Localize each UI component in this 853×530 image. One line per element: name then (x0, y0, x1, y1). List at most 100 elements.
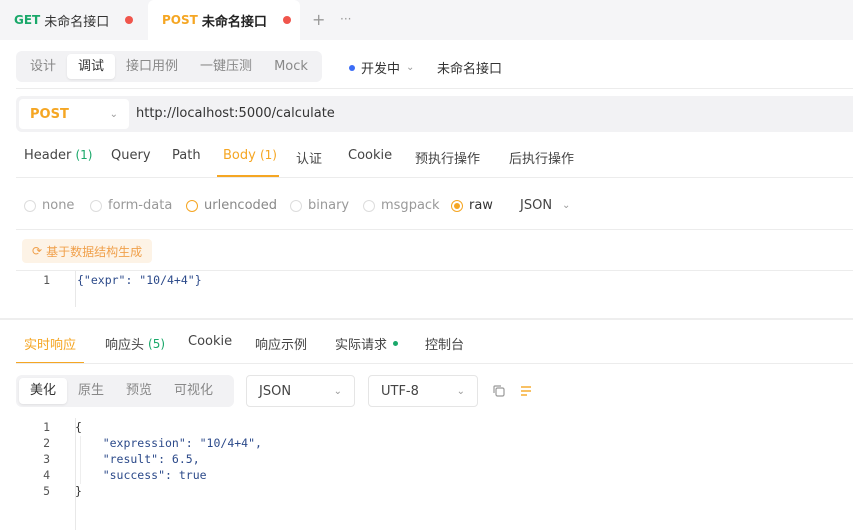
view-preview[interactable]: 预览 (115, 378, 163, 404)
line-number: 5 (43, 484, 50, 498)
copy-icon[interactable] (491, 383, 507, 399)
radio-urlencoded[interactable]: urlencoded (186, 198, 277, 213)
divider (16, 229, 853, 230)
encoding-select[interactable]: UTF-8 ⌄ (368, 375, 478, 407)
tab-label: 控制台 (425, 338, 465, 353)
button-label: 基于数据结构生成 (46, 244, 143, 259)
radio-binary[interactable]: binary (290, 198, 349, 213)
format-value: JSON (259, 383, 292, 399)
chevron-down-icon: ⌄ (333, 385, 342, 397)
radio-label: msgpack (381, 198, 440, 213)
line-number: 1 (43, 273, 50, 287)
view-pretty[interactable]: 美化 (19, 378, 68, 404)
code-line: { (75, 420, 82, 434)
status-label: 开发中 (361, 62, 401, 77)
radio-label: none (42, 198, 75, 213)
tab-title: 未命名接口 (201, 14, 267, 30)
radio-form-data[interactable]: form-data (90, 198, 172, 213)
tab-count: (1) (75, 148, 93, 162)
api-name[interactable]: 未命名接口 (437, 58, 502, 77)
line-number: 1 (43, 420, 50, 434)
generate-from-schema-button[interactable]: ⟳ 基于数据结构生成 (22, 239, 153, 263)
body-format-select[interactable]: JSON ⌄ (520, 198, 570, 213)
response-format-select[interactable]: JSON ⌄ (246, 375, 355, 407)
radio-none[interactable]: none (24, 198, 74, 213)
radio-circle-icon (24, 199, 36, 212)
radio-raw[interactable]: raw (451, 198, 493, 213)
radio-label: form-data (108, 198, 173, 213)
tab-label: 实时响应 (24, 338, 77, 353)
tab-response-headers[interactable]: 响应头 (5) (105, 334, 166, 354)
mode-mock[interactable]: Mock (263, 54, 319, 79)
tab-label: 认证 (296, 152, 323, 167)
radio-label: binary (308, 198, 350, 213)
tab-get-unnamed[interactable]: GET 未命名接口 (14, 0, 134, 40)
format-lines-icon[interactable] (518, 383, 534, 399)
radio-circle-icon (186, 199, 198, 212)
code-line: "result": 6.5, (75, 452, 200, 466)
mode-switcher: 设计 调试 接口用例 一键压测 Mock (16, 51, 322, 82)
tab-count: (5) (148, 336, 166, 351)
url-input[interactable]: http://localhost:5000/calculate (136, 106, 335, 121)
more-icon[interactable]: ··· (340, 12, 351, 26)
mode-design[interactable]: 设计 (19, 54, 67, 79)
line-number: 3 (43, 452, 50, 466)
method-select[interactable]: POST ⌄ (19, 99, 129, 129)
tab-response-cookie[interactable]: Cookie (188, 334, 232, 349)
tab-actual-request[interactable]: 实际请求 (335, 334, 399, 353)
tab-label: Path (172, 148, 201, 163)
radio-circle-icon (451, 199, 463, 212)
view-visualize[interactable]: 可视化 (163, 378, 224, 404)
tab-method: POST (162, 13, 198, 27)
view-mode-switcher: 美化 原生 预览 可视化 (16, 375, 234, 407)
editor-gutter (75, 271, 76, 307)
chevron-down-icon: ⌄ (456, 385, 465, 397)
tab-console[interactable]: 控制台 (425, 334, 464, 353)
divider (16, 88, 853, 89)
view-raw[interactable]: 原生 (67, 378, 115, 404)
tab-realtime-response[interactable]: 实时响应 (24, 334, 76, 353)
radio-label: urlencoded (204, 198, 278, 213)
tab-path[interactable]: Path (172, 148, 201, 163)
add-tab-icon[interactable]: + (312, 10, 325, 29)
tab-label: 后执行操作 (509, 152, 575, 167)
tab-response-example[interactable]: 响应示例 (255, 334, 307, 353)
chevron-down-icon: ⌄ (406, 62, 415, 73)
radio-msgpack[interactable]: msgpack (363, 198, 440, 213)
radio-circle-icon (363, 199, 375, 212)
code-line: } (75, 484, 82, 498)
tab-label: 预执行操作 (415, 152, 481, 167)
radio-circle-icon (290, 199, 302, 212)
status-select[interactable]: 开发中 ⌄ (349, 58, 414, 77)
tab-header[interactable]: Header (1) (24, 148, 92, 163)
mode-stress-test[interactable]: 一键压测 (189, 54, 263, 79)
code-line: "expression": "10/4+4", (75, 436, 262, 450)
chevron-down-icon: ⌄ (562, 200, 571, 211)
tab-method: GET (14, 13, 41, 27)
tab-query[interactable]: Query (111, 148, 151, 163)
radio-label: raw (469, 198, 493, 213)
mode-cases[interactable]: 接口用例 (115, 54, 189, 79)
tab-auth[interactable]: 认证 (296, 148, 322, 167)
chevron-down-icon: ⌄ (109, 108, 118, 120)
tab-label: 响应示例 (255, 338, 308, 353)
tab-cookie[interactable]: Cookie (348, 148, 392, 163)
line-number: 2 (43, 436, 50, 450)
mode-debug[interactable]: 调试 (67, 54, 116, 79)
method-value: POST (30, 106, 69, 122)
tab-post-script[interactable]: 后执行操作 (509, 148, 574, 167)
tab-label: Query (111, 148, 151, 163)
tab-post-unnamed[interactable]: POST 未命名接口 (148, 0, 300, 40)
tab-label: 实际请求 (335, 338, 388, 353)
encoding-value: UTF-8 (381, 383, 419, 399)
radio-circle-icon (90, 199, 102, 212)
indicator-dot-icon (393, 341, 399, 346)
tab-label: Cookie (348, 148, 393, 163)
code-line: "success": true (75, 468, 207, 482)
divider (16, 363, 853, 364)
request-body-editor[interactable]: {"expr": "10/4+4"} (77, 273, 202, 287)
section-divider (0, 318, 853, 320)
unsaved-dot-icon (282, 16, 291, 24)
tab-pre-script[interactable]: 预执行操作 (415, 148, 480, 167)
tab-body[interactable]: Body (1) (223, 148, 277, 163)
